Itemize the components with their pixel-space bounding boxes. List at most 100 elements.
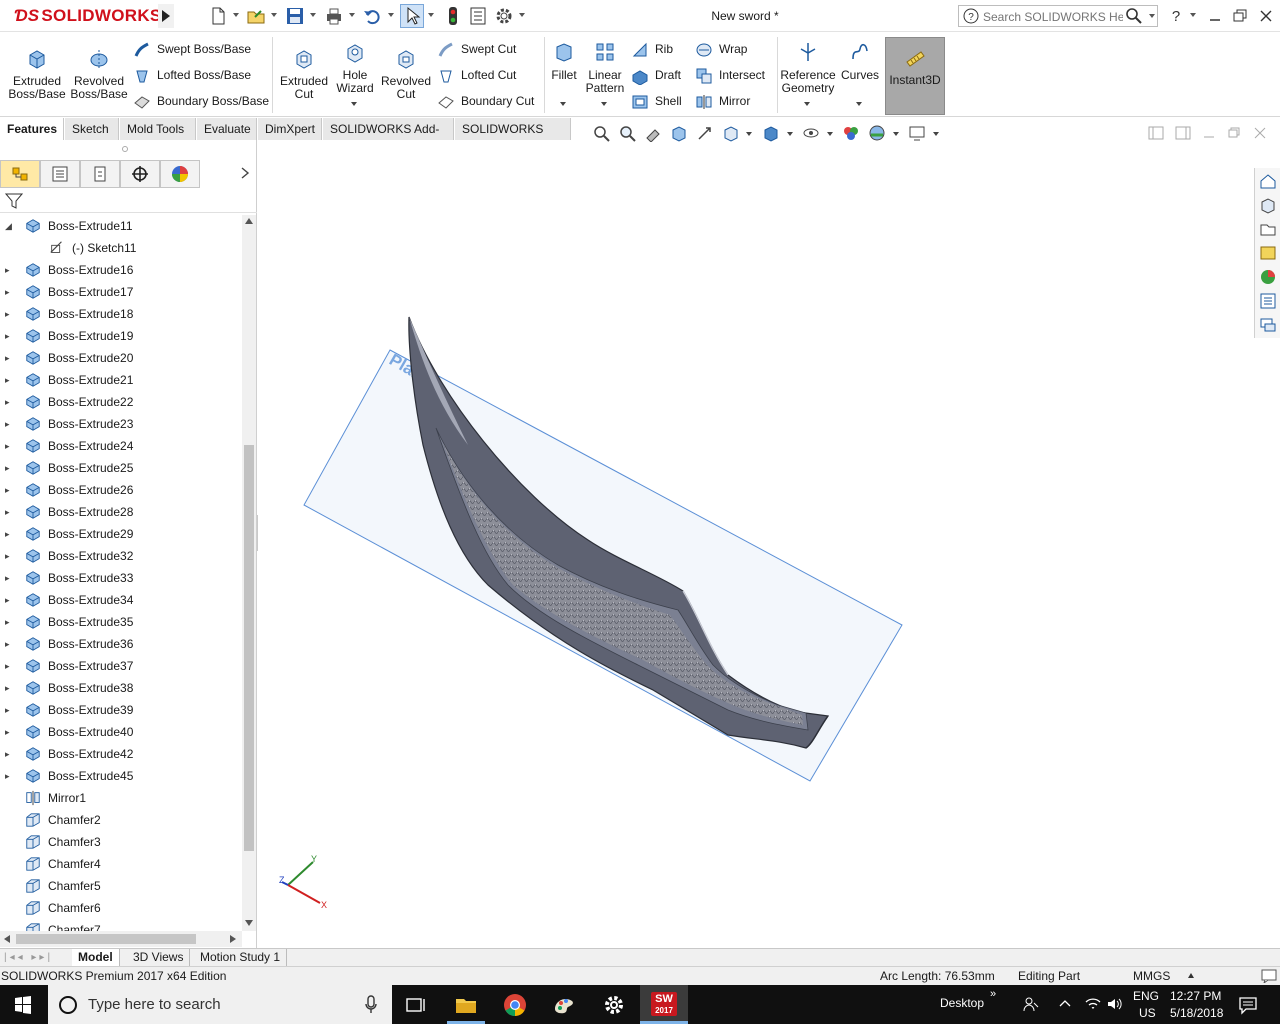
tree-item[interactable]: ▸ Boss-Extrude26 — [0, 479, 242, 501]
tab-display-manager[interactable] — [160, 160, 200, 188]
tree-item[interactable]: ▸ Boss-Extrude35 — [0, 611, 242, 633]
file-explorer-taskbar-icon[interactable] — [454, 993, 478, 1017]
tree-item[interactable]: ▸ Boss-Extrude24 — [0, 435, 242, 457]
clock-date[interactable]: 5/18/2018 — [1170, 1006, 1223, 1020]
expand-arrow-icon[interactable]: ▸ — [5, 721, 15, 743]
clock-time[interactable]: 12:27 PM — [1170, 989, 1221, 1003]
edit-appearance-icon[interactable] — [842, 124, 860, 142]
people-icon[interactable] — [1022, 995, 1040, 1013]
tree-item[interactable]: Chamfer7 — [0, 919, 242, 931]
select-button[interactable] — [400, 4, 424, 28]
task-view-icon[interactable] — [404, 993, 428, 1017]
tab-mold-tools[interactable]: Mold Tools — [120, 118, 196, 140]
extruded-boss-button[interactable]: Extruded Boss/Base — [8, 47, 66, 101]
solidworks-taskbar-button[interactable]: SW 2017 — [640, 985, 688, 1024]
shell-button[interactable]: Shell — [631, 90, 682, 112]
expand-arrow-icon[interactable]: ▸ — [5, 655, 15, 677]
model-view[interactable]: Plane3 Y X Z — [258, 145, 1253, 948]
expand-arrow-icon[interactable]: ▸ — [5, 699, 15, 721]
tray-chevron-up-icon[interactable] — [1058, 997, 1072, 1011]
expand-arrow-icon[interactable]: ▸ — [5, 589, 15, 611]
tree-item[interactable]: ▸ Boss-Extrude32 — [0, 545, 242, 567]
instant3d-button[interactable]: Instant3D — [885, 37, 945, 115]
view-orientation-icon[interactable] — [722, 124, 740, 142]
keyboard-region[interactable]: US — [1139, 1006, 1156, 1020]
save-icon[interactable] — [285, 6, 305, 26]
tree-item[interactable]: Mirror1 — [0, 787, 242, 809]
collapse-arrow-icon[interactable]: ◢ — [5, 215, 15, 237]
tab-dimxpert[interactable]: DimXpert — [258, 118, 322, 140]
fillet-button[interactable]: Fillet — [547, 41, 581, 82]
desktop-toolbar-label[interactable]: Desktop — [940, 996, 984, 1010]
lofted-boss-button[interactable]: Lofted Boss/Base — [133, 64, 251, 86]
expand-arrow-icon[interactable]: ▸ — [5, 479, 15, 501]
options-gear-icon[interactable] — [494, 6, 514, 26]
scroll-right-icon[interactable] — [230, 935, 236, 943]
viewport-restore-icon[interactable] — [1226, 126, 1242, 140]
tree-item[interactable]: ▸ Boss-Extrude18 — [0, 303, 242, 325]
tab-model[interactable]: Model — [72, 949, 120, 967]
view-settings-icon[interactable] — [908, 124, 926, 142]
tree-item[interactable]: ▸ Boss-Extrude25 — [0, 457, 242, 479]
expand-arrow-icon[interactable]: ▸ — [5, 523, 15, 545]
tree-item[interactable]: Chamfer3 — [0, 831, 242, 853]
swept-cut-button[interactable]: Swept Cut — [437, 38, 516, 60]
tree-item[interactable]: ▸ Boss-Extrude40 — [0, 721, 242, 743]
expand-arrow-icon[interactable]: ▸ — [5, 347, 15, 369]
expand-arrow-icon[interactable]: ▸ — [5, 325, 15, 347]
custom-properties-icon[interactable] — [1259, 292, 1277, 310]
help-search-input[interactable] — [983, 9, 1123, 24]
tree-item[interactable]: ▸ Boss-Extrude29 — [0, 523, 242, 545]
panel-grip-icon[interactable] — [122, 146, 128, 152]
hole-wizard-button[interactable]: Hole Wizard — [332, 41, 378, 95]
menu-expand-arrow-icon[interactable] — [158, 4, 174, 28]
tab-sketch[interactable]: Sketch — [65, 118, 119, 140]
hide-show-items-icon[interactable] — [802, 124, 820, 142]
apply-scene-dropdown-icon[interactable] — [893, 132, 899, 136]
viewport-minimize-icon[interactable] — [1201, 126, 1217, 140]
select-dropdown-icon[interactable] — [428, 13, 434, 17]
tree-item[interactable]: ▸ Boss-Extrude39 — [0, 699, 242, 721]
save-dropdown-icon[interactable] — [310, 13, 316, 17]
tab-property-manager[interactable] — [40, 160, 80, 188]
scroll-thumb[interactable] — [244, 445, 254, 851]
section-view-icon[interactable] — [670, 124, 688, 142]
tree-item[interactable]: ▸ Boss-Extrude36 — [0, 633, 242, 655]
tree-item[interactable]: Chamfer6 — [0, 897, 242, 919]
expand-arrow-icon[interactable]: ▸ — [5, 765, 15, 787]
tree-item[interactable]: ▸ Boss-Extrude17 — [0, 281, 242, 303]
tree-item[interactable]: ▸ Boss-Extrude21 — [0, 369, 242, 391]
search-dropdown-icon[interactable] — [1149, 14, 1155, 18]
tree-item[interactable]: ▸ Boss-Extrude42 — [0, 743, 242, 765]
file-properties-icon[interactable] — [468, 6, 488, 26]
open-icon[interactable] — [246, 6, 266, 26]
tree-item[interactable]: ▸ Boss-Extrude22 — [0, 391, 242, 413]
tab-navigation-arrows[interactable]: |◂◂ ▸▸| — [4, 952, 74, 964]
tab-addins[interactable]: SOLIDWORKS Add-Ins — [323, 118, 454, 158]
design-library-icon[interactable] — [1259, 220, 1277, 238]
forum-icon[interactable] — [1259, 316, 1277, 334]
tree-item[interactable]: ▸ Boss-Extrude19 — [0, 325, 242, 347]
curves-dropdown-icon[interactable] — [856, 102, 862, 106]
boundary-boss-button[interactable]: Boundary Boss/Base — [133, 90, 269, 112]
paint-icon[interactable] — [552, 993, 576, 1017]
reference-geometry-dropdown-icon[interactable] — [804, 102, 810, 106]
scroll-left-icon[interactable] — [4, 935, 10, 943]
fillet-dropdown-icon[interactable] — [560, 102, 566, 106]
wrap-button[interactable]: Wrap — [695, 38, 747, 60]
tree-item[interactable]: Chamfer2 — [0, 809, 242, 831]
expand-arrow-icon[interactable]: ▸ — [5, 567, 15, 589]
expand-arrow-icon[interactable]: ▸ — [5, 611, 15, 633]
tree-item[interactable]: Chamfer5 — [0, 875, 242, 897]
tree-filter-row[interactable] — [0, 189, 257, 213]
rebuild-icon[interactable] — [443, 6, 463, 26]
wifi-icon[interactable] — [1084, 995, 1102, 1013]
hole-wizard-dropdown-icon[interactable] — [351, 102, 357, 106]
expand-arrow-icon[interactable]: ▸ — [5, 633, 15, 655]
open-dropdown-icon[interactable] — [271, 13, 277, 17]
tab-dimxpert-manager[interactable] — [120, 160, 160, 188]
tree-item[interactable]: ▸ Boss-Extrude16 — [0, 259, 242, 281]
tab-configuration-manager[interactable] — [80, 160, 120, 188]
previous-view-icon[interactable] — [644, 124, 662, 142]
expand-arrow-icon[interactable]: ▸ — [5, 391, 15, 413]
